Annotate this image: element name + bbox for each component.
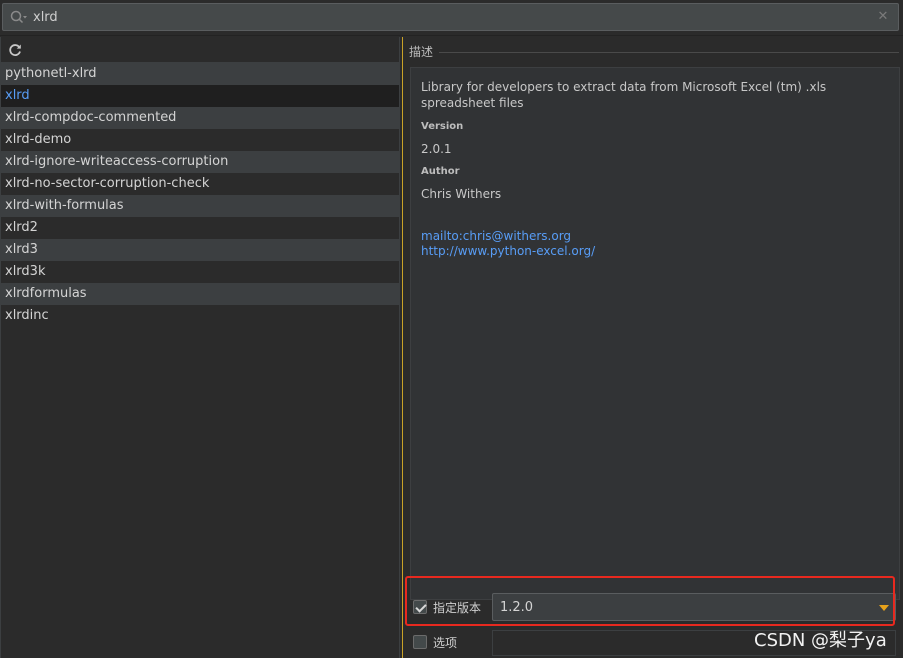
options-label: 选项 [433, 636, 458, 650]
search-icon[interactable] [10, 10, 28, 26]
search-input[interactable] [33, 7, 853, 27]
options-checkbox[interactable] [413, 635, 427, 649]
version-value: 2.0.1 [421, 142, 452, 156]
list-item[interactable]: xlrd-compdoc-commented [1, 107, 399, 129]
description-panel: 描述 Library for developers to extract dat… [409, 37, 903, 658]
refresh-icon[interactable] [7, 42, 23, 58]
list-item[interactable]: xlrd-ignore-writeaccess-corruption [1, 151, 399, 173]
author-value: Chris Withers [421, 187, 502, 201]
list-item[interactable]: xlrd3k [1, 261, 399, 283]
author-label: Author [421, 166, 460, 177]
list-item[interactable]: xlrd-demo [1, 129, 399, 151]
package-summary: Library for developers to extract data f… [421, 80, 827, 110]
list-item[interactable]: xlrd-with-formulas [1, 195, 399, 217]
search-bar: ✕ [0, 0, 903, 36]
website-link[interactable]: http://www.python-excel.org/ [421, 244, 889, 259]
watermark: CSDN @梨子ya [754, 630, 887, 651]
email-link[interactable]: mailto:chris@withers.org [421, 229, 889, 244]
splitter-line [402, 37, 403, 658]
description-header: 描述 [409, 43, 903, 61]
list-item[interactable]: xlrd-no-sector-corruption-check [1, 173, 399, 195]
list-item[interactable]: xlrdinc [1, 305, 399, 327]
search-field[interactable]: ✕ [2, 3, 899, 31]
version-label: Version [421, 121, 464, 132]
description-content: Library for developers to extract data f… [410, 67, 900, 600]
close-icon[interactable]: ✕ [877, 10, 889, 24]
list-item[interactable]: xlrd2 [1, 217, 399, 239]
package-list: pythonetl-xlrd xlrd xlrd-compdoc-comment… [1, 63, 399, 327]
list-item[interactable]: xlrdformulas [1, 283, 399, 305]
list-item[interactable]: pythonetl-xlrd [1, 63, 399, 85]
header-divider [439, 52, 899, 53]
list-item[interactable]: xlrd [1, 85, 399, 107]
links: mailto:chris@withers.org http://www.pyth… [421, 229, 889, 259]
highlight-annotation [405, 576, 895, 626]
description-title: 描述 [409, 43, 438, 60]
package-list-panel: pythonetl-xlrd xlrd xlrd-compdoc-comment… [0, 37, 400, 658]
list-item[interactable]: xlrd3 [1, 239, 399, 261]
package-toolbar [1, 37, 399, 63]
